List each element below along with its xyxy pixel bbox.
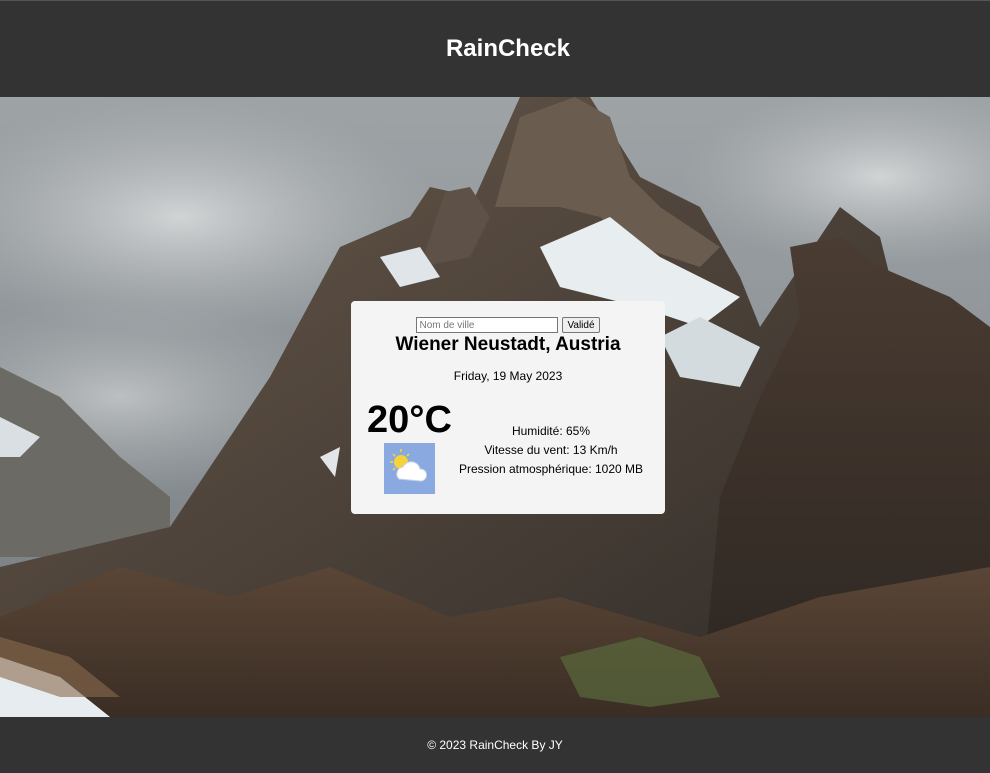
app-header: RainCheck — [0, 0, 990, 97]
partly-cloudy-icon — [384, 443, 435, 494]
copyright-text: © 2023 RainCheck By JY — [427, 738, 563, 752]
city-search-input[interactable] — [416, 317, 559, 333]
weather-card: Validé Wiener Neustadt, Austria Friday, … — [351, 301, 665, 514]
weather-details: Humidité: 65% Vitesse du vent: 13 Km/h P… — [451, 422, 651, 479]
app-footer: © 2023 RainCheck By JY — [0, 717, 990, 773]
pressure-value: Pression atmosphérique: 1020 MB — [458, 462, 644, 476]
validate-button[interactable]: Validé — [562, 317, 600, 333]
search-bar: Validé — [351, 317, 665, 333]
temperature: 20°C — [367, 399, 452, 441]
app-title: RainCheck — [445, 35, 571, 62]
humidity-value: Humidité: 65% — [511, 424, 591, 438]
location-title: Wiener Neustadt, Austria — [395, 334, 621, 355]
wind-speed-value: Vitesse du vent: 13 Km/h — [484, 443, 618, 457]
current-date: Friday, 19 May 2023 — [453, 369, 563, 383]
